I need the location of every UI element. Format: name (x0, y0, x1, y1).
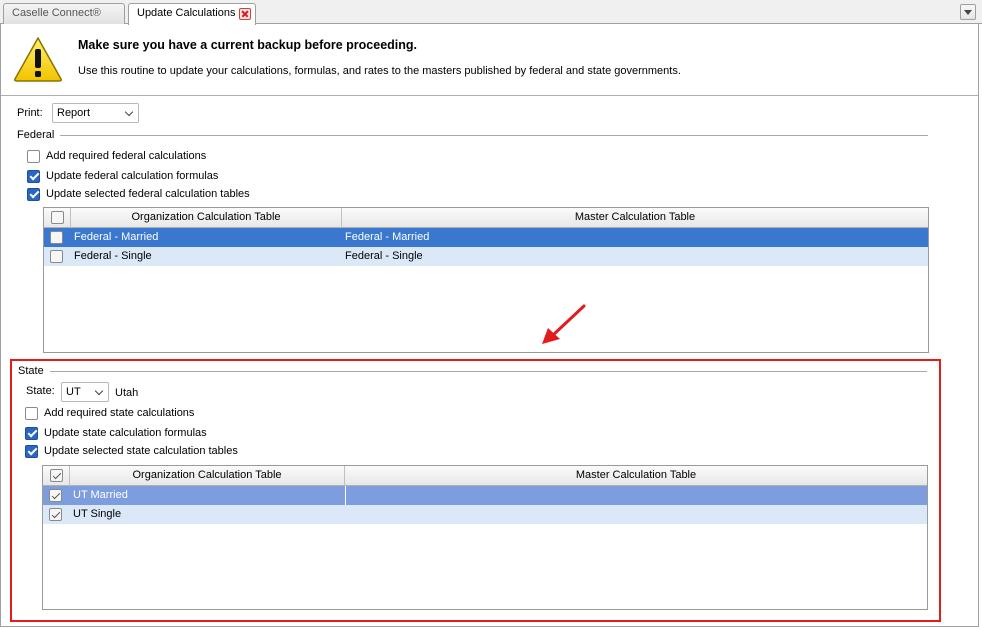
state-option-update-formulas[interactable]: Update state calculation formulas (25, 425, 207, 441)
state-option-add-required[interactable]: Add required state calculations (25, 405, 194, 421)
column-header-org[interactable]: Organization Calculation Table (70, 466, 345, 486)
tab-update-calculations[interactable]: Update Calculations (128, 3, 256, 25)
row-org-cell: Federal - Married (74, 231, 159, 243)
federal-option-update-formulas[interactable]: Update federal calculation formulas (27, 168, 218, 184)
checkbox[interactable] (27, 187, 40, 201)
checkbox[interactable] (25, 444, 38, 458)
federal-group-title: Federal (17, 129, 55, 141)
print-select[interactable]: Report (52, 103, 139, 123)
federal-option-update-tables[interactable]: Update selected federal calculation tabl… (27, 186, 250, 202)
close-icon[interactable] (239, 8, 251, 20)
red-arrow-icon (542, 304, 586, 344)
table-row[interactable]: Federal - Single Federal - Single (44, 247, 928, 266)
state-table-header: Organization Calculation Table Master Ca… (43, 466, 927, 486)
option-label: Update state calculation formulas (44, 427, 207, 439)
checkbox[interactable] (27, 169, 40, 183)
state-select-value: UT (66, 386, 81, 398)
federal-option-add-required[interactable]: Add required federal calculations (27, 148, 206, 164)
table-row[interactable]: UT Single (43, 505, 927, 524)
select-all-checkbox[interactable] (50, 469, 63, 482)
chevron-down-icon (94, 386, 104, 396)
option-label: Update selected federal calculation tabl… (46, 188, 250, 200)
row-check-cell (43, 505, 70, 524)
state-table: Organization Calculation Table Master Ca… (42, 465, 928, 610)
checkbox[interactable] (27, 149, 40, 163)
row-org-cell: Federal - Single (74, 250, 152, 262)
row-checkbox[interactable] (50, 250, 63, 263)
row-org-cell: UT Married (73, 489, 128, 501)
select-all-cell (43, 466, 70, 486)
row-master-cell: Federal - Single (345, 250, 423, 262)
option-label: Update selected state calculation tables (44, 445, 238, 457)
table-row[interactable]: Federal - Married Federal - Married (44, 228, 928, 247)
row-checkbox[interactable] (49, 489, 62, 502)
column-header-master[interactable]: Master Calculation Table (345, 466, 927, 486)
row-checkbox[interactable] (50, 231, 63, 244)
federal-divider (60, 135, 928, 136)
row-master-cell: Federal - Married (345, 231, 430, 243)
column-header-master[interactable]: Master Calculation Table (342, 208, 928, 228)
print-label: Print: (17, 107, 43, 119)
chevron-down-icon[interactable] (960, 4, 976, 20)
row-checkbox[interactable] (49, 508, 62, 521)
row-master-cell (345, 505, 927, 524)
warning-banner: Make sure you have a current backup befo… (1, 24, 978, 96)
federal-table: Organization Calculation Table Master Ca… (43, 207, 929, 353)
tab-label: Caselle Connect® (12, 7, 101, 19)
row-check-cell (44, 247, 71, 266)
state-group-title: State (18, 365, 44, 377)
option-label: Add required state calculations (44, 407, 195, 419)
tab-label: Update Calculations (137, 7, 236, 19)
table-row[interactable]: UT Married (43, 486, 927, 505)
option-label: Update federal calculation formulas (46, 170, 219, 182)
print-select-value: Report (57, 107, 91, 119)
state-name: Utah (115, 387, 139, 399)
select-all-cell (44, 208, 71, 228)
warning-subtitle: Use this routine to update your calculat… (78, 65, 681, 77)
warning-title: Make sure you have a current backup befo… (78, 38, 417, 52)
row-check-cell (44, 228, 71, 247)
checkbox[interactable] (25, 426, 38, 440)
state-option-update-tables[interactable]: Update selected state calculation tables (25, 443, 238, 459)
select-all-checkbox[interactable] (51, 211, 64, 224)
warning-icon (14, 37, 62, 82)
state-divider (50, 371, 927, 372)
federal-table-header: Organization Calculation Table Master Ca… (44, 208, 928, 228)
state-label: State: (26, 385, 55, 397)
checkbox[interactable] (25, 406, 38, 420)
option-label: Add required federal calculations (46, 150, 207, 162)
tab-caselle-connect[interactable]: Caselle Connect® (3, 3, 125, 24)
row-master-cell (345, 486, 927, 505)
row-org-cell: UT Single (73, 508, 122, 520)
chevron-down-icon (124, 107, 134, 117)
state-select[interactable]: UT (61, 382, 109, 402)
row-check-cell (43, 486, 70, 505)
tab-bar: Caselle Connect® Update Calculations (0, 0, 982, 25)
column-header-org[interactable]: Organization Calculation Table (71, 208, 342, 228)
